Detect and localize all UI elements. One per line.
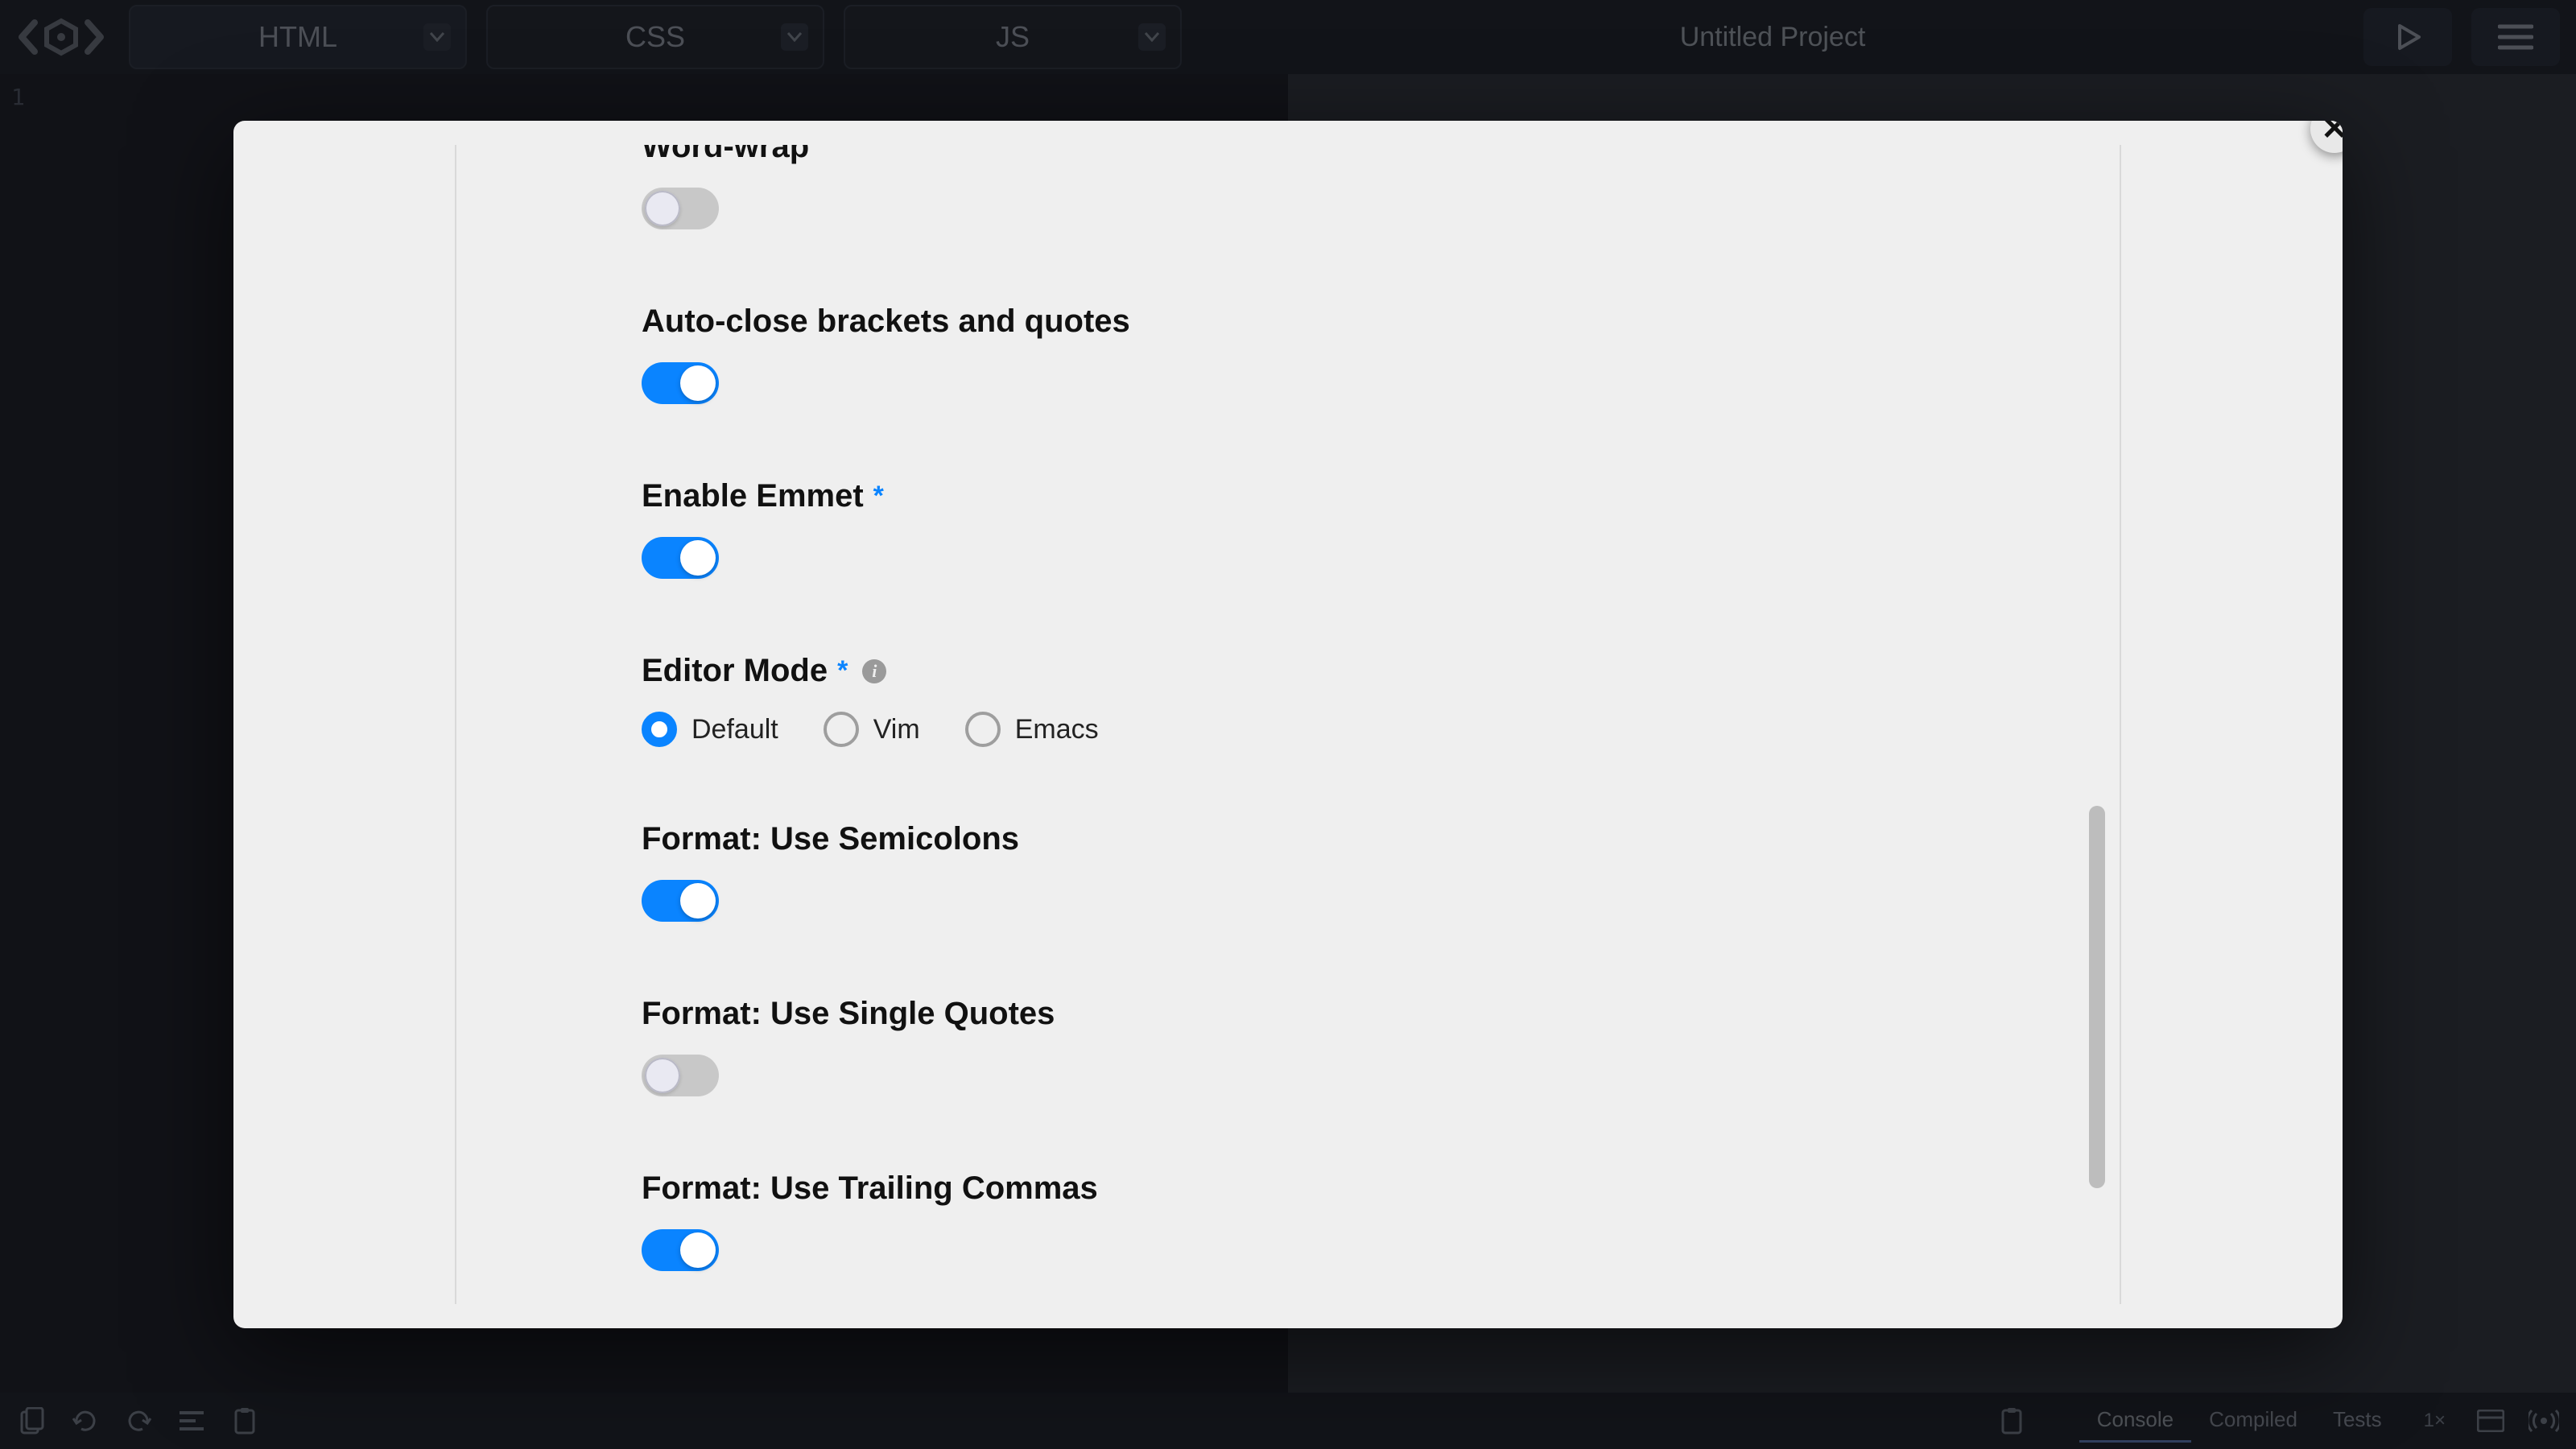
setting-label: Word-wrap <box>642 145 809 165</box>
radio-icon <box>965 712 1001 747</box>
close-button[interactable]: ✕ <box>2310 121 2343 153</box>
scrollbar[interactable] <box>2087 145 2107 1304</box>
modal-overlay[interactable]: ✕ Word-wrap Auto-close brackets and quot… <box>0 0 2576 1449</box>
radio-label: Vim <box>873 714 920 745</box>
settings-modal: ✕ Word-wrap Auto-close brackets and quot… <box>233 121 2343 1328</box>
radio-icon <box>824 712 859 747</box>
settings-scroll-area[interactable]: Word-wrap Auto-close brackets and quotes… <box>455 145 2121 1304</box>
setting-editor-mode: Editor Mode * i Default Vim <box>642 653 2055 747</box>
toggle-word-wrap[interactable] <box>642 188 719 229</box>
setting-auto-close: Auto-close brackets and quotes <box>642 303 2055 404</box>
setting-label: Enable Emmet <box>642 478 864 514</box>
setting-single-quotes: Format: Use Single Quotes <box>642 996 2055 1096</box>
radio-label: Default <box>691 714 778 745</box>
setting-label: Auto-close brackets and quotes <box>642 303 1130 340</box>
toggle-emmet[interactable] <box>642 537 719 579</box>
radio-icon <box>642 712 677 747</box>
radio-editor-mode-default[interactable]: Default <box>642 712 778 747</box>
required-asterisk: * <box>837 655 848 687</box>
toggle-single-quotes[interactable] <box>642 1055 719 1096</box>
setting-label: Editor Mode <box>642 653 828 689</box>
setting-label: Format: Use Semicolons <box>642 821 1019 857</box>
toggle-trailing-commas[interactable] <box>642 1229 719 1271</box>
radio-editor-mode-emacs[interactable]: Emacs <box>965 712 1099 747</box>
toggle-auto-close[interactable] <box>642 362 719 404</box>
setting-trailing-commas: Format: Use Trailing Commas <box>642 1170 2055 1271</box>
setting-label: Format: Use Trailing Commas <box>642 1170 1098 1207</box>
info-icon[interactable]: i <box>862 659 886 683</box>
close-icon: ✕ <box>2321 121 2343 147</box>
radio-editor-mode-vim[interactable]: Vim <box>824 712 920 747</box>
scrollbar-thumb[interactable] <box>2089 806 2105 1188</box>
toggle-semicolons[interactable] <box>642 880 719 922</box>
setting-label: Format: Use Single Quotes <box>642 996 1055 1032</box>
radio-label: Emacs <box>1015 714 1099 745</box>
required-asterisk: * <box>873 481 884 512</box>
setting-semicolons: Format: Use Semicolons <box>642 821 2055 922</box>
setting-enable-emmet: Enable Emmet * <box>642 478 2055 579</box>
setting-word-wrap: Word-wrap <box>642 145 2055 229</box>
